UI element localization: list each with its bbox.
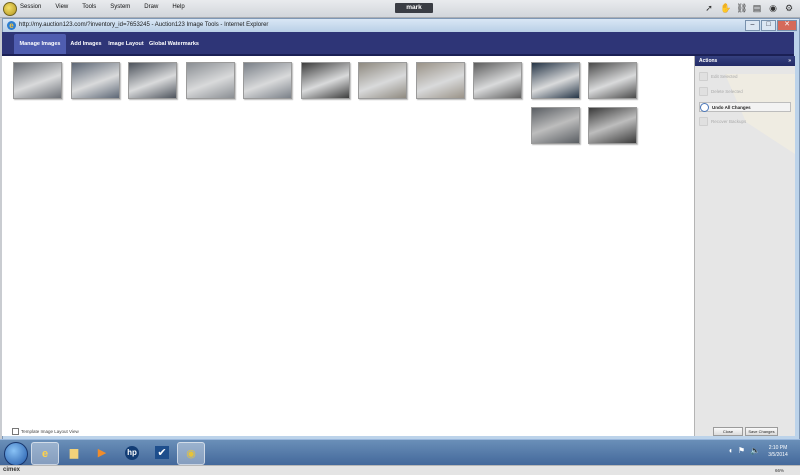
actions-panel: Actions » Edit Selected Delete Selected … <box>694 56 795 436</box>
image-thumbnail[interactable] <box>70 62 120 99</box>
folder-icon: ▆ <box>69 447 79 459</box>
taskbar-ie-button[interactable]: e <box>31 442 59 465</box>
link-icon[interactable]: ⛓ <box>736 3 747 13</box>
image-thumbnail[interactable] <box>243 62 292 99</box>
menu-tools[interactable]: Tools <box>82 4 96 10</box>
taskbar-check-app-button[interactable]: ✔ <box>149 442 175 463</box>
image-thumbnail[interactable] <box>588 107 637 144</box>
speaker-icon[interactable]: 🔈 <box>750 446 760 455</box>
clock-time: 2:10 PM <box>768 445 788 451</box>
image-thumbnail[interactable] <box>128 62 177 99</box>
layout-view-checkbox[interactable] <box>12 428 19 435</box>
template-layout-view-toggle[interactable]: Template Image Layout View <box>12 428 79 435</box>
browser-titlebar: e http://my.auction123.com/?inventory_id… <box>3 19 799 32</box>
recover-backups-button[interactable]: Recover Backups <box>699 117 789 126</box>
taskbar-hp-button[interactable]: hp <box>119 442 145 463</box>
tab-global-watermarks[interactable]: Global Watermarks <box>148 34 200 54</box>
image-thumbnail[interactable] <box>300 62 350 99</box>
ie-icon: e <box>7 21 16 30</box>
session-title: mark <box>395 3 433 13</box>
image-thumbnail[interactable] <box>530 62 580 99</box>
taskbar-remote-session-button[interactable]: ◉ <box>177 442 205 465</box>
session-bar: Session View Tools System Draw Help mark… <box>0 0 800 18</box>
menu-session[interactable]: Session <box>20 4 41 10</box>
taskbar-media-button[interactable]: ▶ <box>89 442 115 463</box>
tab-add-images[interactable]: Add Images <box>68 34 104 54</box>
app-tabs: Manage Images Add Images Image Layout Gl… <box>2 32 794 56</box>
image-thumbnail[interactable] <box>530 107 580 144</box>
session-logo-icon[interactable] <box>3 2 17 16</box>
image-grid-area: Template Image Layout View <box>2 56 694 436</box>
window-title: http://my.auction123.com/?inventory_id=7… <box>19 22 269 28</box>
undo-icon <box>700 102 709 112</box>
taskbar: e ▆ ▶ hp ✔ ◉ ◖ ⚑ 🔈 2:10 PM 3/5/2014 <box>0 439 800 466</box>
delete-icon <box>699 87 708 96</box>
start-button[interactable] <box>4 442 28 466</box>
taskbar-explorer-button[interactable]: ▆ <box>61 442 87 463</box>
delete-selected-label: Delete Selected <box>711 89 743 94</box>
edit-selected-button[interactable]: Edit Selected <box>699 72 789 81</box>
menu-draw[interactable]: Draw <box>144 4 158 10</box>
panel-background-art <box>725 74 795 154</box>
image-thumbnail[interactable] <box>588 62 637 99</box>
brand-logo: cimex <box>3 467 21 473</box>
undo-all-changes-label: Undo All Changes <box>712 104 751 110</box>
hand-icon[interactable]: ✋ <box>720 3 731 13</box>
menu-help[interactable]: Help <box>172 4 184 10</box>
tab-image-layout[interactable]: Image Layout <box>106 34 146 54</box>
image-thumbnail[interactable] <box>358 62 407 99</box>
window-controls: – □ ✕ <box>745 20 797 31</box>
clock-date: 3/5/2014 <box>768 452 788 458</box>
hp-icon: hp <box>125 445 139 460</box>
cursor-icon[interactable]: ➚ <box>704 3 714 13</box>
image-thumbnail[interactable] <box>415 62 465 99</box>
actions-header[interactable]: Actions » <box>695 56 795 66</box>
close-window-button[interactable]: ✕ <box>777 20 797 31</box>
layout-view-label: Template Image Layout View <box>21 429 79 434</box>
minimize-button[interactable]: – <box>745 20 760 31</box>
taskbar-clock[interactable]: 2:10 PM 3/5/2014 <box>760 445 796 459</box>
folder-icon[interactable]: ▤ <box>752 3 762 13</box>
collapse-arrow-icon[interactable]: » <box>788 56 791 66</box>
close-button[interactable]: Close <box>713 427 743 436</box>
actions-title: Actions <box>699 58 718 64</box>
media-player-icon: ▶ <box>97 447 107 459</box>
tab-manage-images[interactable]: Manage Images <box>14 34 66 54</box>
system-tray: ◖ ⚑ 🔈 <box>728 446 760 455</box>
edit-selected-label: Edit Selected <box>711 74 738 79</box>
session-tools: ➚ ✋ ⛓ ▤ ◉ ⚙ <box>704 3 794 13</box>
delete-selected-button[interactable]: Delete Selected <box>699 87 789 96</box>
flag-icon[interactable]: ⚑ <box>738 446 745 455</box>
ie-icon: e <box>41 447 49 460</box>
camera-icon[interactable]: ◉ <box>768 3 778 13</box>
edit-icon <box>699 72 708 81</box>
save-changes-button[interactable]: Save Changes <box>745 427 778 436</box>
recover-backups-label: Recover Backups <box>711 119 747 124</box>
image-thumbnail[interactable] <box>473 62 522 99</box>
checkmark-app-icon: ✔ <box>155 446 169 459</box>
maximize-button[interactable]: □ <box>761 20 776 31</box>
zoom-level[interactable]: 66% <box>775 468 784 473</box>
image-thumbnail[interactable] <box>13 62 62 99</box>
image-thumbnail[interactable] <box>185 62 235 99</box>
undo-all-changes-button[interactable]: Undo All Changes <box>699 102 791 112</box>
gear-icon[interactable]: ⚙ <box>784 3 794 13</box>
menu-view[interactable]: View <box>55 4 68 10</box>
network-icon[interactable]: ◖ <box>728 446 733 455</box>
recover-icon <box>699 117 708 126</box>
session-menu: Session View Tools System Draw Help <box>20 4 199 10</box>
menu-system[interactable]: System <box>110 4 130 10</box>
remote-session-icon: ◉ <box>186 448 196 460</box>
